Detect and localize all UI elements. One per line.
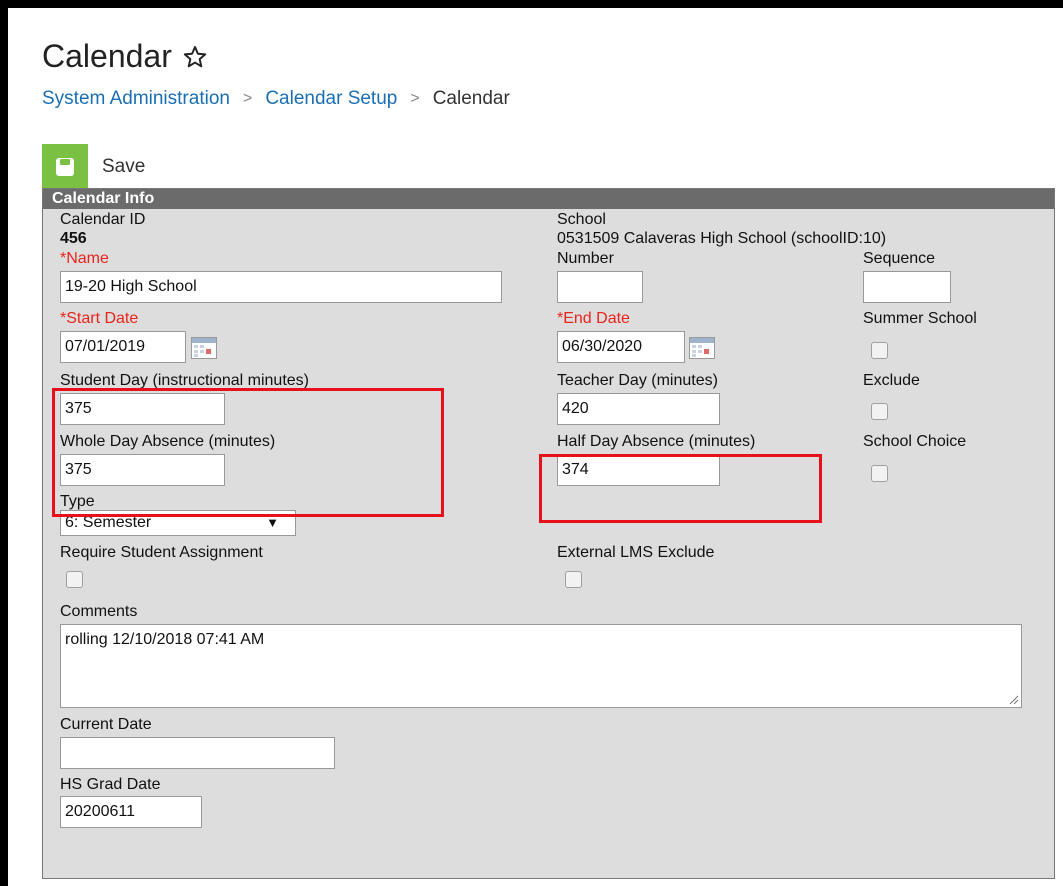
school-choice-checkbox[interactable]: [871, 465, 888, 482]
hs-grad-date-label: HS Grad Date: [60, 776, 161, 793]
end-date-input[interactable]: 06/30/2020: [557, 331, 685, 363]
summer-school-checkbox[interactable]: [871, 342, 888, 359]
current-date-input[interactable]: [60, 737, 335, 769]
panel-header: Calendar Info: [43, 189, 1054, 209]
require-student-assignment-label: Require Student Assignment: [60, 544, 263, 561]
breadcrumb: System Administration > Calendar Setup >…: [42, 88, 510, 110]
current-date-label: Current Date: [60, 716, 152, 733]
calendar-icon[interactable]: [191, 337, 217, 359]
calendar-id-label: Calendar ID: [60, 211, 146, 228]
school-choice-label: School Choice: [863, 433, 967, 450]
star-outline-icon[interactable]: [182, 44, 208, 70]
exclude-label: Exclude: [863, 372, 920, 389]
start-date-label: *Start Date: [60, 310, 139, 327]
save-button[interactable]: Save: [42, 144, 145, 190]
chevron-right-icon: >: [242, 90, 253, 107]
page-title-row: Calendar: [42, 38, 208, 75]
save-label: Save: [102, 156, 146, 177]
summer-school-label: Summer School: [863, 310, 977, 327]
half-day-highlight: [539, 454, 822, 523]
require-student-assignment-checkbox[interactable]: [66, 571, 83, 588]
exclude-checkbox[interactable]: [871, 403, 888, 420]
name-label: *Name: [60, 250, 109, 267]
external-lms-exclude-checkbox[interactable]: [565, 571, 582, 588]
comments-label: Comments: [60, 603, 138, 620]
half-day-absence-label: Half Day Absence (minutes): [557, 433, 756, 450]
start-date-input[interactable]: 07/01/2019: [60, 331, 186, 363]
breadcrumb-calendar: Calendar: [432, 88, 510, 109]
number-input[interactable]: [557, 271, 643, 303]
name-input[interactable]: 19-20 High School: [60, 271, 502, 303]
save-icon: [42, 144, 88, 190]
student-minutes-highlight: [52, 388, 444, 517]
breadcrumb-calendar-setup[interactable]: Calendar Setup: [265, 88, 397, 110]
resize-grip-icon[interactable]: [1007, 693, 1019, 705]
number-label: Number: [557, 250, 614, 267]
external-lms-exclude-label: External LMS Exclude: [557, 544, 715, 561]
calendar-info-panel: Calendar Info Calendar ID 456 *Name 19-2…: [42, 188, 1055, 879]
sequence-label: Sequence: [863, 250, 936, 267]
teacher-day-input[interactable]: 420: [557, 393, 720, 425]
page-title: Calendar: [42, 38, 172, 74]
breadcrumb-system-administration[interactable]: System Administration: [42, 88, 230, 110]
hs-grad-date-input[interactable]: 20200611: [60, 796, 202, 828]
calendar-id-value: 456: [60, 230, 87, 247]
calendar-icon[interactable]: [689, 337, 715, 359]
comments-value: rolling 12/10/2018 07:41 AM: [65, 631, 265, 648]
school-value: 0531509 Calaveras High School (schoolID:…: [557, 230, 887, 247]
teacher-day-label: Teacher Day (minutes): [557, 372, 718, 389]
chevron-right-icon: >: [410, 90, 420, 107]
sequence-input[interactable]: [863, 271, 951, 303]
comments-textarea[interactable]: rolling 12/10/2018 07:41 AM: [60, 624, 1022, 708]
end-date-label: *End Date: [557, 310, 630, 327]
school-label: School: [557, 211, 606, 228]
